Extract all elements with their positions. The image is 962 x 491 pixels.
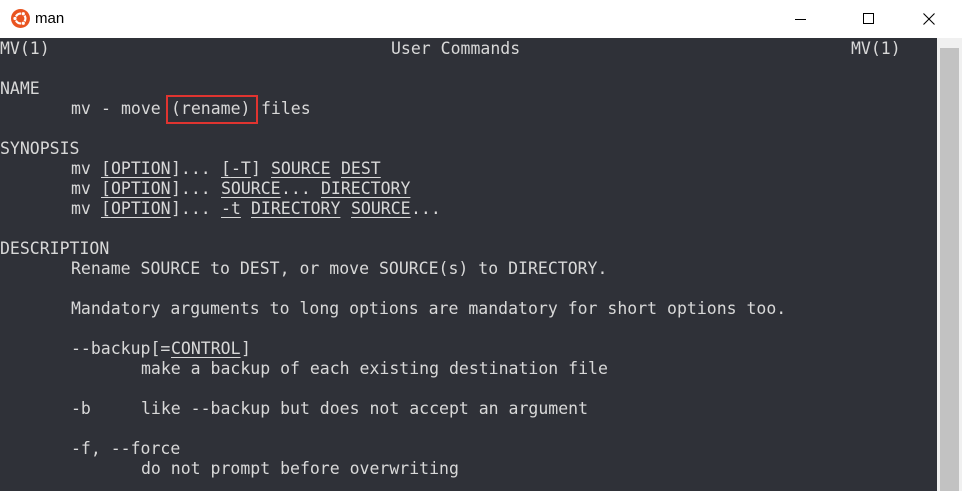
window-title: man xyxy=(35,10,65,27)
ubuntu-logo-icon xyxy=(11,9,30,28)
close-icon xyxy=(923,13,935,25)
synopsis-bracket-close: ]... xyxy=(171,199,211,218)
name-cmd: mv xyxy=(71,99,91,118)
synopsis-heading: SYNOPSIS xyxy=(0,139,80,158)
description-text: Rename SOURCE to DEST, or move SOURCE(s)… xyxy=(71,259,608,278)
option-line: -b like --backup but does not accept an … xyxy=(0,399,588,419)
synopsis-dest: DEST xyxy=(341,159,381,178)
description-text-line: Rename SOURCE to DEST, or move SOURCE(s)… xyxy=(0,259,607,279)
synopsis-bracket-close: ] xyxy=(251,159,261,178)
option-flag: -b xyxy=(71,399,91,418)
terminal-window: man MV(1) User Commands MV(1) NAME mv - … xyxy=(0,0,962,491)
option-flag: --backup[= xyxy=(71,339,171,358)
name-heading: NAME xyxy=(0,79,40,98)
rename-highlight-box xyxy=(166,95,258,124)
header-center: User Commands xyxy=(391,39,521,58)
description-heading-line: DESCRIPTION xyxy=(0,239,109,259)
option-description-line: do not prompt before overwriting xyxy=(0,459,459,479)
description-text-line: Mandatory arguments to long options are … xyxy=(0,299,786,319)
option-bracket-close: ] xyxy=(241,339,251,358)
synopsis-source: SOURCE xyxy=(351,199,411,218)
synopsis-flag: -T xyxy=(231,159,251,178)
minimize-button[interactable] xyxy=(778,0,824,38)
description-text: Mandatory arguments to long options are … xyxy=(71,299,787,318)
option-description: make a backup of each existing destinati… xyxy=(141,359,608,378)
name-dash: - xyxy=(101,99,111,118)
maximize-button[interactable] xyxy=(846,0,892,38)
close-button[interactable] xyxy=(906,0,952,38)
synopsis-bracket-open: [ xyxy=(101,159,111,178)
synopsis-directory: DIRECTORY xyxy=(251,199,341,218)
synopsis-bracket-close: ]... xyxy=(171,179,211,198)
synopsis-directory: DIRECTORY xyxy=(321,179,411,198)
synopsis-source: SOURCE xyxy=(221,179,281,198)
synopsis-line: mv [ OPTION ]... -t DIRECTORY SOURCE ... xyxy=(0,199,441,219)
vertical-scrollbar[interactable] xyxy=(937,38,962,491)
name-heading-line: NAME xyxy=(0,79,79,99)
synopsis-bracket-open: [ xyxy=(101,179,111,198)
synopsis-option: OPTION xyxy=(111,199,171,218)
option-line: -f, --force xyxy=(0,439,180,459)
option-flag: -f, --force xyxy=(71,439,181,458)
synopsis-option: OPTION xyxy=(111,159,171,178)
name-description-line: mv - move (rename) files xyxy=(0,99,311,119)
option-arg: CONTROL xyxy=(171,339,241,358)
synopsis-heading-line: SYNOPSIS xyxy=(0,139,79,159)
maximize-icon xyxy=(863,13,874,24)
minimize-icon xyxy=(795,19,806,20)
synopsis-option: OPTION xyxy=(111,179,171,198)
synopsis-line: mv [ OPTION ]... SOURCE ... DIRECTORY xyxy=(0,179,410,199)
name-text-after: files xyxy=(261,99,311,118)
synopsis-line: mv [ OPTION ]... [ -T ] SOURCE DEST xyxy=(0,159,381,179)
synopsis-cmd: mv xyxy=(71,159,91,178)
header-left: MV(1) xyxy=(0,39,50,58)
synopsis-cmd: mv xyxy=(71,199,91,218)
header-right: MV(1) xyxy=(851,39,901,58)
synopsis-flag: -t xyxy=(221,199,241,218)
synopsis-bracket-open: [ xyxy=(221,159,231,178)
man-page-content: MV(1) User Commands MV(1) NAME mv - move… xyxy=(0,39,901,479)
scrollbar-thumb[interactable] xyxy=(940,48,959,491)
synopsis-bracket-close: ]... xyxy=(171,159,211,178)
synopsis-source: SOURCE xyxy=(271,159,331,178)
synopsis-ellipsis: ... xyxy=(281,179,311,198)
man-header: MV(1) User Commands MV(1) xyxy=(0,39,901,59)
option-line: --backup[= CONTROL ] xyxy=(0,339,251,359)
option-description-line: make a backup of each existing destinati… xyxy=(0,359,608,379)
title-bar[interactable]: man xyxy=(0,0,962,38)
synopsis-bracket-open: [ xyxy=(101,199,111,218)
synopsis-ellipsis: ... xyxy=(411,199,441,218)
synopsis-cmd: mv xyxy=(71,179,91,198)
option-description: do not prompt before overwriting xyxy=(141,459,459,478)
option-description: like --backup but does not accept an arg… xyxy=(141,399,589,418)
name-text-before: move xyxy=(121,99,161,118)
terminal-output[interactable]: MV(1) User Commands MV(1) NAME mv - move… xyxy=(0,38,937,491)
description-heading: DESCRIPTION xyxy=(0,239,110,258)
